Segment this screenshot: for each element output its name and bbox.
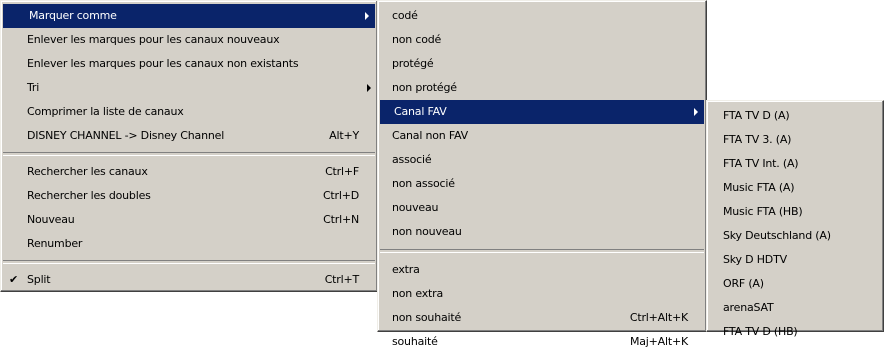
menu-item-shortcut: Ctrl+D — [322, 189, 359, 202]
menu-item-label: protégé — [392, 57, 434, 70]
menu-item-fav-list[interactable]: Sky D HDTV — [707, 248, 883, 272]
menu-item-non-extra[interactable]: non extra — [378, 282, 706, 306]
menu-item-label: Marquer comme — [29, 9, 117, 22]
menu-item-label: non protégé — [392, 81, 457, 94]
menu-item-canal-fav[interactable]: Canal FAV — [380, 100, 704, 124]
menu-item-marquer-comme[interactable]: Marquer comme — [3, 4, 375, 28]
menu-item-label: ORF (A) — [723, 277, 764, 290]
menu-item-label: Split — [27, 273, 51, 286]
menu-item-label: non extra — [392, 287, 444, 300]
menu-item-label: Sky Deutschland (A) — [723, 229, 831, 242]
menu-item-split[interactable]: ✔ Split Ctrl+T — [1, 268, 377, 292]
chevron-right-icon — [367, 84, 371, 92]
menu-item-label: arenaSAT — [723, 301, 774, 314]
menu-item-non-associe[interactable]: non associé — [378, 172, 706, 196]
menu-item-label: Sky D HDTV — [723, 253, 787, 266]
menu-item-label: DISNEY CHANNEL -> Disney Channel — [27, 129, 225, 142]
menu-item-non-code[interactable]: non codé — [378, 28, 706, 52]
menu-item-comprimer[interactable]: Comprimer la liste de canaux — [1, 100, 377, 124]
menu-item-enlever-non-existants[interactable]: Enlever les marques pour les canaux non … — [1, 52, 377, 76]
menu-item-non-souhaite[interactable]: non souhaité Ctrl+Alt+K — [378, 306, 706, 330]
menu-item-disney-rename[interactable]: DISNEY CHANNEL -> Disney Channel Alt+Y — [1, 124, 377, 148]
menu-item-fav-list[interactable]: Sky Deutschland (A) — [707, 224, 883, 248]
menu-item-extra[interactable]: extra — [378, 258, 706, 282]
menu-item-label: extra — [392, 263, 420, 276]
chevron-right-icon — [694, 108, 698, 116]
menu-item-code[interactable]: codé — [378, 4, 706, 28]
chevron-right-icon — [365, 12, 369, 20]
menu-item-fav-list[interactable]: Music FTA (A) — [707, 176, 883, 200]
menu-item-label: Enlever les marques pour les canaux non … — [27, 57, 299, 70]
menu-item-label: Nouveau — [27, 213, 75, 226]
menu-item-fav-list[interactable]: ORF (A) — [707, 272, 883, 296]
menu-separator — [3, 260, 375, 264]
context-menu-main: Marquer comme Enlever les marques pour l… — [0, 0, 378, 292]
menu-item-label: Music FTA (HB) — [723, 205, 803, 218]
menu-item-non-protege[interactable]: non protégé — [378, 76, 706, 100]
submenu-canal-fav: FTA TV D (A) FTA TV 3. (A) FTA TV Int. (… — [706, 100, 884, 338]
menu-item-label: FTA TV Int. (A) — [723, 157, 799, 170]
menu-item-shortcut: Ctrl+F — [325, 165, 359, 178]
menu-item-label: Renumber — [27, 237, 83, 250]
menu-item-fav-list[interactable]: FTA TV 3. (A) — [707, 128, 883, 152]
menu-item-label: Canal FAV — [394, 105, 447, 118]
menu-item-label: FTA TV 3. (A) — [723, 133, 792, 146]
menu-item-shortcut: Ctrl+N — [323, 213, 359, 226]
menu-item-label: Enlever les marques pour les canaux nouv… — [27, 33, 280, 46]
menu-item-rechercher-doubles[interactable]: Rechercher les doubles Ctrl+D — [1, 184, 377, 208]
menu-item-label: Comprimer la liste de canaux — [27, 105, 184, 118]
submenu-marquer-comme: codé non codé protégé non protégé Canal … — [377, 0, 707, 348]
menu-item-fav-list[interactable]: FTA TV D (A) — [707, 104, 883, 128]
menu-item-label: non associé — [392, 177, 455, 190]
menu-item-rechercher-canaux[interactable]: Rechercher les canaux Ctrl+F — [1, 160, 377, 184]
menu-item-fav-list[interactable]: FTA TV D (HB) — [707, 320, 883, 344]
menu-item-label: FTA TV D (A) — [723, 109, 790, 122]
menu-item-enlever-nouveaux[interactable]: Enlever les marques pour les canaux nouv… — [1, 28, 377, 52]
menu-item-non-nouveau[interactable]: non nouveau — [378, 220, 706, 244]
menu-separator — [3, 152, 375, 156]
menu-item-protege[interactable]: protégé — [378, 52, 706, 76]
menu-item-tri[interactable]: Tri — [1, 76, 377, 100]
menu-item-shortcut: Ctrl+T — [324, 273, 360, 286]
menu-item-souhaite[interactable]: souhaité Maj+Alt+K — [378, 330, 706, 354]
check-icon: ✔ — [9, 273, 19, 286]
menu-item-label: Canal non FAV — [392, 129, 468, 142]
menu-item-nouveau[interactable]: nouveau — [378, 196, 706, 220]
menu-item-label: souhaité — [392, 335, 438, 348]
menu-item-associe[interactable]: associé — [378, 148, 706, 172]
menu-item-label: Tri — [27, 81, 40, 94]
menu-item-label: associé — [392, 153, 432, 166]
menu-item-label: codé — [392, 9, 418, 22]
menu-item-renumber[interactable]: Renumber — [1, 232, 377, 256]
menu-item-label: non souhaité — [392, 311, 462, 324]
menu-separator — [380, 249, 704, 253]
menu-item-fav-list[interactable]: FTA TV Int. (A) — [707, 152, 883, 176]
menu-item-shortcut: Maj+Alt+K — [629, 335, 688, 348]
menu-item-nouveau[interactable]: Nouveau Ctrl+N — [1, 208, 377, 232]
menu-item-label: Rechercher les doubles — [27, 189, 151, 202]
menu-item-label: non codé — [392, 33, 442, 46]
menu-item-label: non nouveau — [392, 225, 462, 238]
menu-item-label: Rechercher les canaux — [27, 165, 148, 178]
menu-item-label: Music FTA (A) — [723, 181, 795, 194]
menu-item-label: nouveau — [392, 201, 439, 214]
menu-item-fav-list[interactable]: Music FTA (HB) — [707, 200, 883, 224]
menu-item-shortcut: Ctrl+Alt+K — [629, 311, 688, 324]
menu-item-canal-non-fav[interactable]: Canal non FAV — [378, 124, 706, 148]
menu-item-shortcut: Alt+Y — [329, 129, 359, 142]
menu-item-fav-list[interactable]: arenaSAT — [707, 296, 883, 320]
